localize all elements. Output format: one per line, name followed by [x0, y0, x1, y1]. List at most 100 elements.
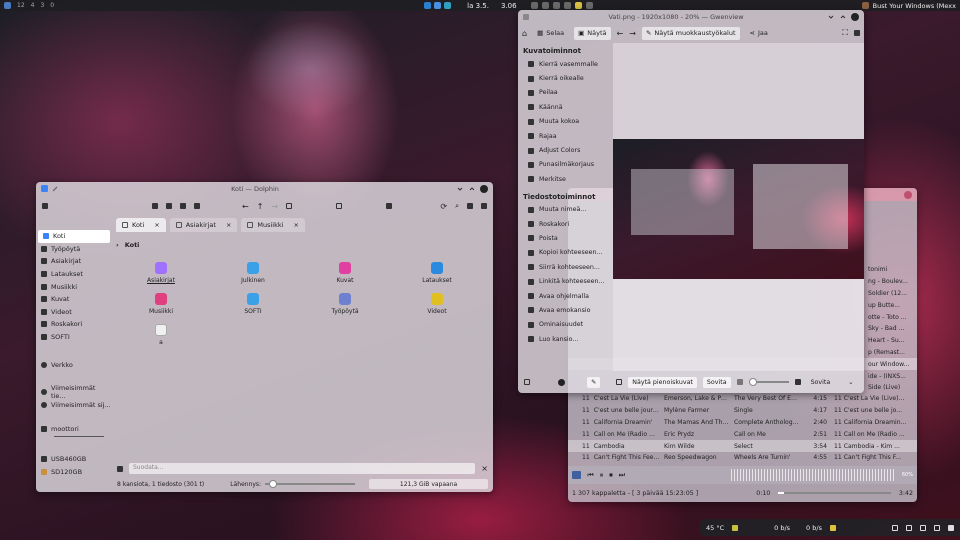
sidebar-item-trash[interactable]: Roskakori: [36, 318, 112, 331]
table-row[interactable]: 11 Cambodia Kim Wilde Select 3:54 11 Cambodia…: [568, 440, 917, 452]
seek-bar[interactable]: [778, 492, 891, 494]
screen-icon[interactable]: [934, 524, 940, 531]
zoom-slider-handle[interactable]: [269, 480, 278, 488]
view-button[interactable]: ▣ Näytä: [574, 26, 611, 40]
info-icon[interactable]: [558, 378, 565, 386]
sidebar-item-usb[interactable]: USB460GB: [36, 453, 112, 466]
fullscreen-icon[interactable]: ⛶: [842, 28, 848, 38]
active-window-title[interactable]: Bust Your Windows (Mexx: [873, 2, 956, 10]
panel-toggle-icon[interactable]: [42, 203, 48, 209]
drive-icon[interactable]: [906, 524, 912, 531]
table-row[interactable]: 11 Call on Me (Radio Mi... Eric Prydz Call …: [568, 428, 917, 440]
next-arrow-icon[interactable]: →: [629, 29, 636, 38]
tab-home[interactable]: Koti ×: [116, 218, 166, 232]
tab-close-icon[interactable]: ×: [154, 221, 159, 229]
file-item[interactable]: Kuvat: [310, 262, 380, 284]
action-item[interactable]: Muuta kokoa: [518, 115, 613, 129]
sidebar-item-documents[interactable]: Asiakirjat: [36, 255, 112, 268]
trash-icon[interactable]: [386, 203, 393, 209]
action-item[interactable]: Kopioi kohteeseen...: [518, 246, 613, 260]
sidebar-toggle-icon[interactable]: [616, 379, 623, 385]
tab-close-icon[interactable]: ×: [293, 221, 298, 229]
app-icon-3[interactable]: [444, 2, 452, 9]
action-item[interactable]: Linkitä kohteeseen...: [518, 274, 613, 288]
tab-music[interactable]: Musiikki ×: [241, 218, 305, 232]
maximize-button[interactable]: [468, 185, 476, 193]
zoom-slider[interactable]: [265, 480, 356, 488]
action-item[interactable]: Peilaa: [518, 86, 613, 100]
sidebar-item-recent-files[interactable]: Viimeisimmät tie...: [36, 384, 112, 400]
notifications-icon[interactable]: [574, 2, 582, 9]
zoom-slider-handle[interactable]: [748, 378, 757, 386]
file-item[interactable]: SOFTI: [218, 293, 288, 315]
cpu-temp[interactable]: 45 °C: [706, 524, 724, 532]
dolphin-titlebar[interactable]: Koti — Dolphin: [36, 182, 493, 195]
next-icon[interactable]: ⏭: [619, 471, 625, 480]
file-item[interactable]: Musiikki: [126, 293, 196, 315]
net-upload[interactable]: 0 b/s: [806, 524, 822, 532]
update-icon[interactable]: [829, 524, 836, 531]
back-arrow-icon[interactable]: ←: [242, 202, 249, 211]
tray-item-3[interactable]: 3: [40, 2, 44, 9]
zoom-out-icon[interactable]: [736, 379, 743, 385]
action-item[interactable]: Merkitse: [518, 172, 613, 186]
sidebar-item-moottori[interactable]: moottori: [36, 423, 112, 436]
file-item[interactable]: Julkinen: [218, 262, 288, 284]
lock-icon[interactable]: [117, 465, 123, 472]
action-item[interactable]: Käännä: [518, 100, 613, 114]
fit-select[interactable]: Sovita: [811, 379, 831, 386]
app-icon-1[interactable]: [424, 2, 432, 9]
edit-button[interactable]: ✎: [587, 376, 601, 388]
tray-item-1[interactable]: 12: [17, 2, 25, 9]
sidebar-item-music[interactable]: Musiikki: [36, 280, 112, 293]
tray-item-2[interactable]: 4: [31, 2, 35, 9]
table-row[interactable]: 11 California Dreamin' The Mamas And The .…: [568, 417, 917, 429]
sidebar-item-home[interactable]: Koti: [38, 230, 110, 243]
sidebar-item-sd[interactable]: SD120GB: [36, 465, 112, 478]
file-item[interactable]: Lataukset: [402, 262, 472, 284]
action-item[interactable]: Punasilmäkorjaus: [518, 158, 613, 172]
action-item[interactable]: Siirrä kohteeseen...: [518, 260, 613, 274]
sidebar-item-network[interactable]: Verkko: [36, 358, 112, 371]
up-arrow-icon[interactable]: ↑: [257, 202, 264, 211]
sidebar-item-videos[interactable]: Videot: [36, 306, 112, 319]
monitor-icon[interactable]: [892, 524, 898, 531]
view-icons-icon[interactable]: [152, 203, 158, 209]
launcher-icon[interactable]: [4, 2, 11, 9]
search-icon[interactable]: ⌕: [455, 202, 459, 211]
minimize-button[interactable]: [456, 185, 464, 193]
close-button[interactable]: [480, 184, 488, 193]
previous-arrow-icon[interactable]: ←: [617, 29, 624, 38]
filter-close-icon[interactable]: ×: [481, 464, 488, 473]
app-icon-2[interactable]: [434, 2, 442, 9]
stop-icon[interactable]: ⏹: [609, 471, 613, 480]
action-item[interactable]: Adjust Colors: [518, 143, 613, 157]
copy-icon[interactable]: [336, 203, 343, 209]
minimize-button[interactable]: [827, 13, 835, 21]
bluetooth-icon[interactable]: [552, 2, 560, 9]
window-menu-icon[interactable]: [41, 185, 48, 192]
refresh-icon[interactable]: ⟳: [440, 202, 447, 211]
table-row[interactable]: 11 C'est une belle journ... Mylène Farmer S…: [568, 405, 917, 417]
forward-arrow-icon[interactable]: →: [271, 202, 278, 211]
action-item[interactable]: Kierrä vasemmalle: [518, 57, 613, 71]
close-button[interactable]: [851, 12, 859, 21]
table-row[interactable]: 11 C'est La Vie (Live) Emerson, Lake & Pal…: [568, 393, 917, 405]
hamburger-menu-icon[interactable]: [854, 30, 860, 36]
tray-item-4[interactable]: 0: [50, 2, 54, 9]
volume-icon[interactable]: [585, 2, 593, 9]
breadcrumb-home[interactable]: Koti: [125, 241, 140, 249]
close-button[interactable]: [904, 190, 912, 199]
sidebar-item-recent-locations[interactable]: Viimeisimmät sij...: [36, 399, 112, 412]
action-item[interactable]: Roskakori: [518, 217, 613, 231]
share-button[interactable]: ⋖ Jaa: [746, 27, 772, 40]
split-view-icon[interactable]: [194, 203, 200, 209]
show-editor-button[interactable]: ✎ Näytä muokkaustyökalut: [641, 26, 740, 40]
file-item[interactable]: Videot: [402, 293, 472, 315]
previous-icon[interactable]: ⏮: [587, 471, 593, 480]
hamburger-menu-icon[interactable]: [481, 203, 487, 209]
clock-date[interactable]: la 3.5.: [467, 2, 489, 10]
sidebar-item-desktop[interactable]: Työpöytä: [36, 243, 112, 256]
tab-close-icon[interactable]: ×: [226, 221, 231, 229]
net-download[interactable]: 0 b/s: [774, 524, 790, 532]
